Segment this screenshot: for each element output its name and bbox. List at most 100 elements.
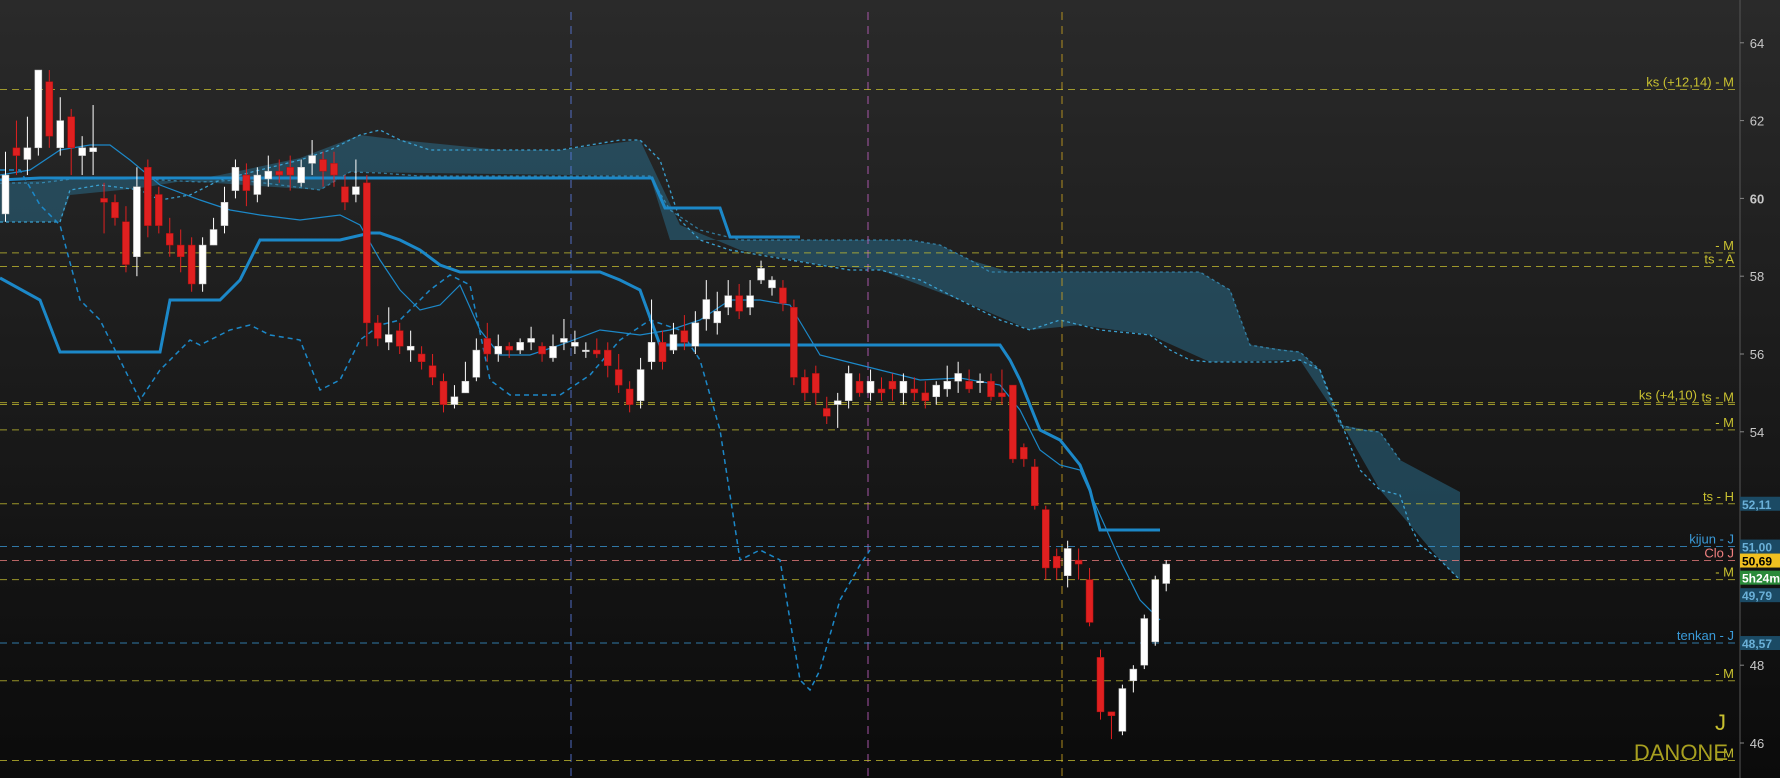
candle-body <box>571 342 579 347</box>
y-tick-label: 54 <box>1750 425 1764 440</box>
candle-bull <box>691 311 700 354</box>
candle-bear <box>428 353 437 386</box>
candle-body <box>155 194 163 226</box>
y-tick-label: 64 <box>1750 36 1764 51</box>
candle-body <box>505 345 513 351</box>
candle-body <box>308 155 316 164</box>
candle-bear <box>965 369 973 393</box>
candle-body <box>12 147 21 156</box>
level-label: - M <box>1715 415 1734 430</box>
candle-body <box>1020 447 1028 460</box>
candle-bull <box>209 217 218 246</box>
candle-body <box>1151 579 1159 643</box>
candle-body <box>943 380 951 390</box>
candle-body <box>549 345 557 359</box>
candle-body <box>636 369 645 401</box>
candle-body <box>680 330 689 343</box>
candle-body <box>866 380 875 394</box>
candle-bull <box>1151 575 1159 646</box>
candle-body <box>713 310 721 324</box>
candle-bull <box>1162 560 1170 592</box>
candle-bear <box>363 175 371 347</box>
candle-body <box>998 392 1006 398</box>
price-tag: 49,79 <box>1742 589 1772 603</box>
candle-bear <box>1074 548 1083 580</box>
candle-body <box>187 244 196 285</box>
candle-body <box>78 147 86 156</box>
candle-bear <box>823 396 831 425</box>
candle-body <box>450 396 459 405</box>
candle-bull <box>943 365 951 397</box>
candle-body <box>286 167 294 176</box>
candle-body <box>593 349 601 355</box>
candle-bear <box>155 186 163 234</box>
level-label: Clo J <box>1704 546 1734 561</box>
tenkan-line <box>0 144 1161 621</box>
candle-bull <box>1140 614 1149 670</box>
candle-body <box>23 147 32 160</box>
candle-body <box>1074 559 1083 565</box>
candle-body <box>100 198 108 203</box>
candle-body <box>374 322 382 339</box>
candle-body <box>921 392 930 401</box>
candle-body <box>176 244 185 257</box>
candle-body <box>231 167 240 191</box>
y-tick-label: 58 <box>1750 269 1764 284</box>
candle-bull <box>494 334 502 362</box>
candle-bear <box>593 338 601 358</box>
candle-bear <box>67 108 75 176</box>
y-tick-label: 46 <box>1750 736 1764 751</box>
candle-body <box>242 174 251 191</box>
candle-body <box>582 349 590 352</box>
candle-body <box>428 365 437 378</box>
candle-body <box>801 377 809 394</box>
candle-body <box>1140 618 1149 666</box>
level-label: kijun - J <box>1689 532 1734 547</box>
candle-bull <box>549 334 557 362</box>
candle-bear <box>625 381 634 413</box>
candle-bull <box>647 299 656 370</box>
candle-body <box>538 345 546 355</box>
candle-body <box>702 299 711 320</box>
candle-bull <box>702 280 711 331</box>
candle-body <box>56 120 64 149</box>
candle-bull <box>406 330 415 362</box>
candle-body <box>888 380 897 390</box>
candle-bull <box>1 151 10 222</box>
y-tick-label: 62 <box>1750 114 1764 129</box>
level-label: - M <box>1715 666 1734 681</box>
candle-body <box>275 170 283 176</box>
candle-body <box>385 334 393 343</box>
candle-body <box>932 384 940 398</box>
candle-body <box>625 388 634 405</box>
candle-body <box>34 69 43 149</box>
candle-body <box>330 163 338 176</box>
candle-bull <box>560 318 568 351</box>
candle-bear <box>1085 567 1094 627</box>
candle-bear <box>1020 443 1028 467</box>
candle-body <box>133 186 141 257</box>
candle-body <box>122 221 130 265</box>
candle-bear <box>1096 649 1105 720</box>
candle-bull <box>23 116 32 176</box>
candle-bear <box>614 353 623 393</box>
candle-bull <box>78 136 86 176</box>
candle-body <box>833 400 842 405</box>
price-tag: 48,57 <box>1742 637 1772 651</box>
candle-bull <box>1129 665 1138 693</box>
chart-canvas[interactable]: 46 48 54 56 58 60 62 64 ks (+12,14) - M - M ts - … <box>0 0 1780 778</box>
candle-body <box>406 345 415 351</box>
candle-bear <box>790 299 798 386</box>
candle-bear <box>144 159 152 238</box>
ichimoku-chart[interactable]: 46 48 54 56 58 60 62 64 ks (+12,14) - M - M ts - … <box>0 0 1780 778</box>
candle-body <box>472 349 481 378</box>
candle-body <box>669 334 678 351</box>
candle-body <box>319 159 327 172</box>
candle-body <box>735 295 743 312</box>
candle-bull <box>89 105 97 176</box>
kumo-cloud <box>0 129 1461 581</box>
y-tick-label: 48 <box>1750 658 1764 673</box>
candle-body <box>89 147 97 152</box>
candle-body <box>1162 563 1170 584</box>
candle-body <box>461 380 470 394</box>
